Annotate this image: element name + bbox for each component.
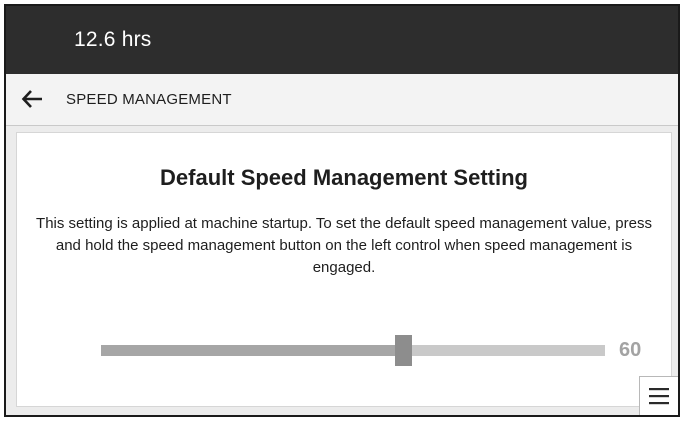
status-bar: 12.6 hrs [6,6,678,74]
setting-description: This setting is applied at machine start… [36,215,652,276]
arrow-left-icon [21,90,42,108]
page-title: SPEED MANAGEMENT [66,91,232,108]
setting-title: Default Speed Management Setting [160,165,528,190]
speed-slider[interactable] [101,331,605,371]
content-area: Default Speed Management Setting This se… [6,126,678,415]
engine-hours: 12.6 hrs [74,28,152,51]
slider-thumb[interactable] [395,335,413,366]
hamburger-menu-icon [649,388,669,405]
screen-frame: 12.6 hrs SPEED MANAGEMENT Default Speed … [4,4,680,417]
nav-bar: SPEED MANAGEMENT [6,74,678,126]
menu-button[interactable] [639,376,678,415]
slider-value: 60 [619,339,642,361]
back-button[interactable] [20,86,46,112]
slider-fill [101,345,404,356]
setting-panel: Default Speed Management Setting This se… [16,132,672,407]
